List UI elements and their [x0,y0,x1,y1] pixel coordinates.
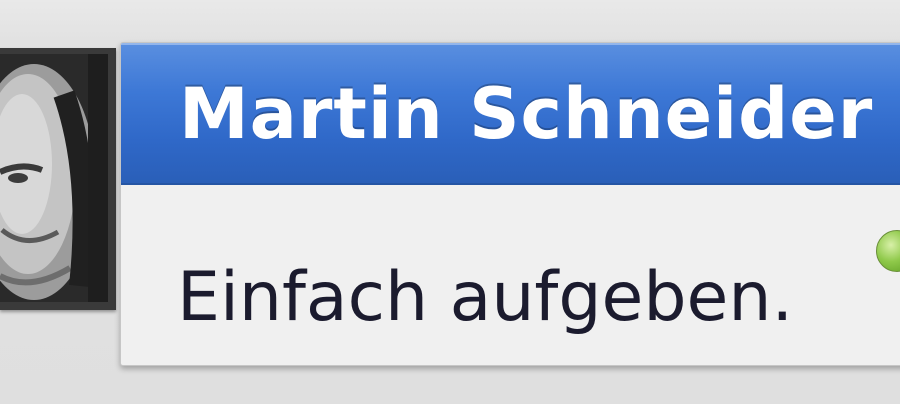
avatar[interactable] [0,48,116,310]
contact-card[interactable]: Martin Schneider Einfach aufgeben. [120,42,900,366]
contact-header: Martin Schneider [121,43,900,185]
contact-name: Martin Schneider [179,73,874,155]
avatar-photo [0,54,108,302]
user-photo-icon [0,54,108,302]
status-message: Einfach aufgeben. [177,258,794,337]
